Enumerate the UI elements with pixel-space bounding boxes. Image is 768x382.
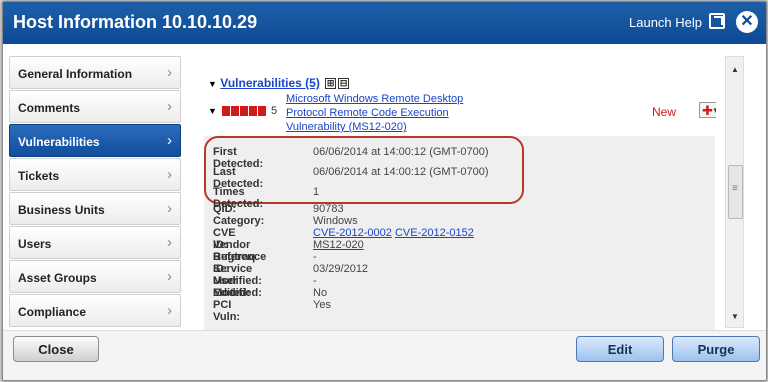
bugtraq-value: - xyxy=(313,251,317,263)
close-icon[interactable]: ✕ xyxy=(736,11,758,33)
collapse-all-icon[interactable]: ⊟ xyxy=(338,78,350,90)
severity-level: 5 xyxy=(271,105,278,117)
cve-link[interactable]: CVE-2012-0152 xyxy=(395,227,474,239)
qid-label: QID: xyxy=(213,203,237,215)
sidebar-item-tickets[interactable]: Tickets › xyxy=(9,158,181,191)
times-detected-value: 1 xyxy=(313,186,320,198)
sidebar-item-label: Users xyxy=(18,237,52,251)
collapse-triangle-icon[interactable]: ▼ xyxy=(208,106,217,116)
host-information-dialog: Host Information 10.10.10.29 Launch Help… xyxy=(2,1,767,381)
sidebar-item-users[interactable]: Users › xyxy=(9,226,181,259)
scroll-up-icon[interactable]: ▲ xyxy=(731,65,739,74)
sidebar-item-label: Vulnerabilities xyxy=(18,135,100,149)
qid-value: 90783 xyxy=(313,203,344,215)
edit-button[interactable]: Edit xyxy=(576,336,664,362)
service-modified-value: 03/29/2012 xyxy=(313,263,369,275)
chevron-right-icon: › xyxy=(167,166,172,183)
vulnerabilities-panel: ▼ Vulnerabilities (5) ⊞ ⊟ ▼ 5 Microsoft W… xyxy=(194,44,716,330)
sidebar-item-general-information[interactable]: General Information › xyxy=(9,56,181,89)
scrollbar-thumb[interactable] xyxy=(728,165,743,219)
expand-all-icon[interactable]: ⊞ xyxy=(325,78,337,90)
chevron-right-icon: › xyxy=(167,268,172,285)
cve-values: CVE-2012-0002 CVE-2012-0152 xyxy=(313,227,474,239)
cve-link[interactable]: CVE-2012-0002 xyxy=(313,227,392,239)
collapse-triangle-icon[interactable]: ▼ xyxy=(208,79,217,89)
edited-value: No xyxy=(313,287,328,299)
last-detected-value: 06/06/2014 at 14:00:12 (GMT-0700) xyxy=(313,166,489,178)
popout-icon[interactable] xyxy=(709,13,725,29)
sidebar-item-label: Business Units xyxy=(18,203,105,217)
sidebar-item-label: Comments xyxy=(18,101,81,115)
severity-bars xyxy=(222,106,267,119)
sidebar-item-label: Asset Groups xyxy=(18,271,97,285)
edited-label: Edited: xyxy=(213,287,251,299)
chevron-right-icon: › xyxy=(167,200,172,217)
sidebar-item-label: Compliance xyxy=(18,305,87,319)
title-bar: Host Information 10.10.10.29 Launch Help… xyxy=(3,2,766,44)
first-detected-value: 06/06/2014 at 14:00:12 (GMT-0700) xyxy=(313,146,489,158)
sidebar-item-label: Tickets xyxy=(18,169,60,183)
vendor-reference-link[interactable]: MS12-020 xyxy=(313,239,364,251)
dialog-title: Host Information 10.10.10.29 xyxy=(13,12,258,32)
user-modified-value: - xyxy=(313,275,317,287)
launch-help-link[interactable]: Launch Help xyxy=(629,15,702,30)
vulnerability-title-link[interactable]: Microsoft Windows Remote Desktop Protoco… xyxy=(286,92,486,134)
sidebar-item-asset-groups[interactable]: Asset Groups › xyxy=(9,260,181,293)
vulnerabilities-header: ▼ Vulnerabilities (5) ⊞ ⊟ xyxy=(208,76,350,90)
sidebar-item-compliance[interactable]: Compliance › xyxy=(9,294,181,327)
sidebar-item-business-units[interactable]: Business Units › xyxy=(9,192,181,225)
add-action-button[interactable]: ✚ xyxy=(699,102,716,118)
sidebar-item-label: General Information xyxy=(18,67,133,81)
scrollbar[interactable]: ▲ ▼ xyxy=(725,56,744,328)
dialog-footer: Close Edit Purge xyxy=(3,330,766,380)
sidebar-item-comments[interactable]: Comments › xyxy=(9,90,181,123)
chevron-right-icon: › xyxy=(167,132,172,149)
category-value: Windows xyxy=(313,215,358,227)
status-badge: New xyxy=(652,105,677,119)
sidebar: General Information › Comments › Vulnerabi… xyxy=(9,56,181,328)
pci-value: Yes xyxy=(313,299,331,311)
sidebar-item-vulnerabilities[interactable]: Vulnerabilities › xyxy=(9,124,181,157)
chevron-right-icon: › xyxy=(167,234,172,251)
vulnerability-details: First Detected: 06/06/2014 at 14:00:12 (G… xyxy=(204,136,715,330)
close-button[interactable]: Close xyxy=(13,336,99,362)
vulnerability-row: ▼ 5 Microsoft Windows Remote Desktop Pro… xyxy=(208,92,716,134)
dialog-body: General Information › Comments › Vulnerabi… xyxy=(3,44,766,330)
vulnerabilities-count-link[interactable]: Vulnerabilities (5) xyxy=(220,76,320,90)
scroll-down-icon[interactable]: ▼ xyxy=(731,312,739,321)
purge-button[interactable]: Purge xyxy=(672,336,760,362)
pci-label: PCI Vuln: xyxy=(213,299,241,323)
chevron-right-icon: › xyxy=(167,302,172,319)
category-label: Category: xyxy=(213,215,265,227)
chevron-right-icon: › xyxy=(167,64,172,81)
chevron-right-icon: › xyxy=(167,98,172,115)
